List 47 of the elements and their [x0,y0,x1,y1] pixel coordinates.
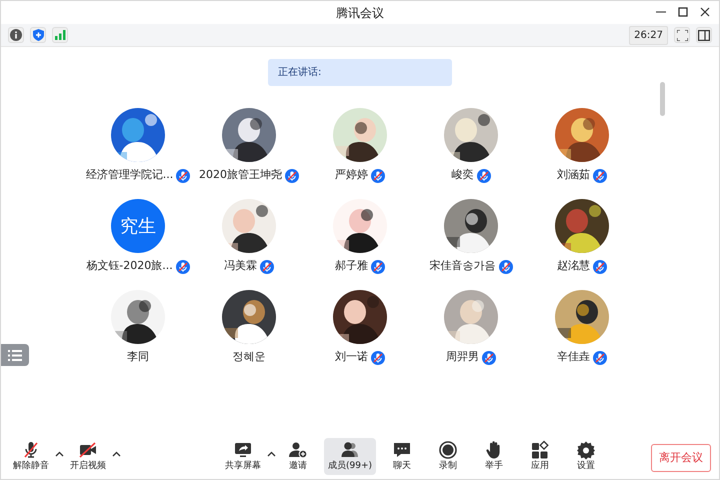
record-button[interactable]: 录制 [428,438,468,475]
participant-name: 冯美霖 [224,258,257,274]
scrollbar-thumb[interactable] [660,82,665,116]
participant-name: 峻奕 [452,167,474,184]
text-avatar: 究生 [111,199,165,253]
participant-name: 杨文钰-2020旅... [86,258,173,274]
info-icon[interactable] [8,27,24,43]
close-icon[interactable] [700,7,710,17]
invite-button[interactable]: 邀请 [278,438,318,475]
participant-name: 经济管理学院记... [86,167,174,184]
share-button[interactable]: 共享屏幕 [221,438,265,475]
people-icon [340,440,360,460]
participant-name: 赵洺慧 [557,258,590,274]
video-button[interactable]: 开启视频 [66,438,110,475]
settings-button[interactable]: 设置 [566,438,606,475]
participant-name: 刘一诺 [335,349,368,366]
caret-icon[interactable] [53,451,66,457]
participant-name: 周羿男 [446,349,479,366]
hand-button[interactable]: 举手 [474,438,514,475]
participant-name: 辛佳垚 [557,349,590,366]
settings-icon [576,440,596,460]
window-title: 腾讯会议 [336,4,384,22]
maximize-icon[interactable] [678,7,688,17]
list-icon[interactable] [1,344,29,366]
mute-button[interactable]: 解除静音 [9,438,53,475]
apps-button[interactable]: 应用 [520,438,560,475]
fullscreen-icon[interactable] [674,27,690,43]
camera-icon [78,440,98,460]
members-button[interactable]: 成员(99+) [324,438,376,475]
participant-name: 李同 [127,349,149,366]
sidebar-toggle-icon[interactable] [696,27,712,43]
caret-icon[interactable] [265,451,278,457]
participant-name: 정혜운 [232,349,266,366]
leave-meeting-button[interactable]: 离开会议 [651,444,711,472]
participant-name: 2020旅管王坤尧 [199,167,282,184]
shield-icon[interactable] [30,27,46,43]
participant-name: 刘涵茹 [557,167,590,184]
caret-icon[interactable] [110,451,123,457]
meeting-timer: 26:27 [629,26,668,44]
participant-name: 宋佳音송가음 [430,258,496,274]
speaking-banner: 正在讲话: [268,59,452,86]
record-icon [438,440,458,460]
apps-icon [530,440,550,460]
add-person-icon [288,440,308,460]
participant-name: 郝子雅 [335,258,368,274]
chat-button[interactable]: 聊天 [382,438,422,475]
participant-name: 严婷婷 [335,167,368,184]
